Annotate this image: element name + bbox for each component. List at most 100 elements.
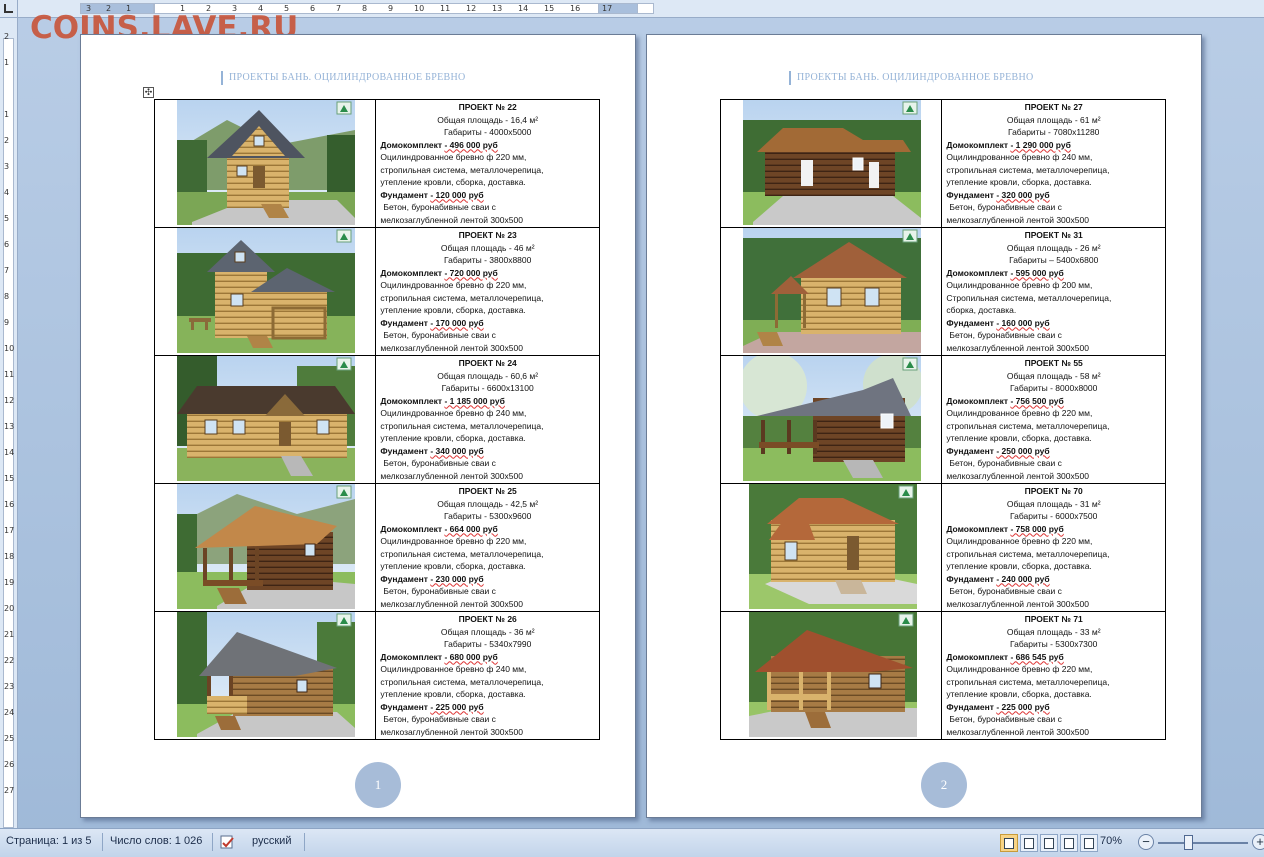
foundation-label: Фундамент: [380, 189, 428, 200]
foundation-price: - 230 000 руб: [430, 573, 484, 584]
ruler-tick: 7: [4, 266, 10, 275]
project-details[interactable]: ПРОЕКТ № 23 Общая площадь - 46 м² Габари…: [375, 227, 600, 356]
table-move-handle-icon[interactable]: ✣: [143, 87, 154, 98]
outline-icon: [1064, 837, 1074, 849]
kit-description: стропильная система, металлочерепица,: [946, 420, 1110, 431]
foundation-description: мелкозаглубленной лентой 300х500: [946, 726, 1089, 737]
draft-view-button[interactable]: [1080, 834, 1098, 852]
page-count-status[interactable]: Страница: 1 из 5: [6, 835, 92, 847]
ruler-tick: 9: [4, 318, 10, 327]
kit-description: Оцилиндрованное бревно ф 220 мм,: [946, 408, 1093, 418]
project-dimensions: Габариты - 7080х11280: [1007, 127, 1100, 137]
ruler-tick: 9: [388, 4, 394, 13]
project-image-cell[interactable]: [719, 355, 943, 484]
kit-price: - 720 000 руб: [444, 267, 498, 278]
spellcheck-icon[interactable]: [220, 834, 236, 850]
house-25-image: [177, 484, 355, 609]
ruler-tick: 14: [518, 4, 529, 13]
table-row: ПРОЕКТ № 23 Общая площадь - 46 м² Габари…: [153, 227, 600, 356]
foundation-line: Фундамент - 170 000 руб: [380, 317, 595, 330]
print-layout-icon: [1004, 837, 1014, 849]
project-image-cell[interactable]: [719, 227, 943, 356]
vertical-ruler[interactable]: 2 1 1 2 3 4 5 6 7 8 9 10 11 12 13 14 15 …: [0, 18, 18, 828]
ruler-tick: 7: [336, 4, 342, 13]
ruler-tick: 16: [570, 4, 581, 13]
kit-line: Домокомплект - 680 000 руб: [380, 651, 595, 664]
house-31-image: [743, 228, 921, 353]
ruler-tick: 3: [4, 162, 10, 171]
foundation-label: Фундамент: [380, 701, 428, 712]
foundation-price: - 225 000 руб: [996, 701, 1050, 712]
kit-description: утепление кровли, сборка, доставка.: [380, 177, 526, 187]
project-image-cell[interactable]: [153, 227, 377, 356]
foundation-price: - 240 000 руб: [996, 573, 1050, 584]
project-details[interactable]: ПРОЕКТ № 71 Общая площадь - 33 м² Габари…: [941, 611, 1166, 740]
outline-view-button[interactable]: [1060, 834, 1078, 852]
foundation-price: - 160 000 руб: [996, 317, 1050, 328]
document-page-2[interactable]: ПРОЕКТЫ БАНЬ. ОЦИЛИНДРОВАННОЕ БРЕВНО ПРО…: [646, 34, 1202, 818]
kit-price: - 680 000 руб: [444, 651, 498, 662]
ruler-tick: 18: [4, 552, 15, 561]
project-area: Общая площадь - 36 м²: [440, 626, 535, 637]
zoom-in-button[interactable]: +: [1252, 834, 1264, 850]
ruler-tick: 17: [602, 4, 613, 13]
kit-label: Домокомплект: [946, 523, 1009, 534]
project-image-cell[interactable]: [153, 355, 377, 484]
zoom-slider-track[interactable]: [1158, 842, 1248, 844]
ruler-tick: 2: [4, 136, 10, 145]
project-details[interactable]: ПРОЕКТ № 24 Общая площадь - 60,6 м² Габа…: [375, 355, 600, 484]
kit-description: стропильная система, металлочерепица,: [946, 164, 1110, 175]
kit-label: Домокомплект: [946, 395, 1009, 406]
project-details[interactable]: ПРОЕКТ № 70 Общая площадь - 31 м² Габари…: [941, 483, 1166, 612]
status-separator: [102, 833, 103, 851]
kit-price: - 1 185 000 руб: [444, 395, 505, 406]
project-image-cell[interactable]: [153, 483, 377, 612]
project-title: ПРОЕКТ № 25: [458, 486, 517, 496]
kit-description: стропильная система, металлочерепица,: [380, 676, 544, 687]
project-image-cell[interactable]: [719, 99, 943, 228]
foundation-label: Фундамент: [380, 445, 428, 456]
full-screen-reading-button[interactable]: [1020, 834, 1038, 852]
kit-description: Оцилиндрованное бревно ф 220 мм,: [380, 280, 527, 290]
projects-table: ПРОЕКТ № 22 Общая площадь - 16,4 м² Габа…: [153, 99, 600, 740]
kit-price: - 496 000 руб: [444, 139, 498, 150]
table-row: ПРОЕКТ № 24 Общая площадь - 60,6 м² Габа…: [153, 355, 600, 484]
ruler-tick: 25: [4, 734, 15, 743]
kit-description: Оцилиндрованное бревно ф 240 мм,: [380, 664, 527, 674]
zoom-slider-thumb[interactable]: [1184, 835, 1193, 850]
tab-selector[interactable]: [0, 0, 18, 18]
project-image-cell[interactable]: [719, 483, 943, 612]
project-title: ПРОЕКТ № 55: [1024, 358, 1083, 368]
project-details[interactable]: ПРОЕКТ № 55 Общая площадь - 58 м² Габари…: [941, 355, 1166, 484]
ruler-tick: 26: [4, 760, 15, 769]
web-layout-button[interactable]: [1040, 834, 1058, 852]
zoom-level[interactable]: 70%: [1100, 835, 1122, 847]
print-layout-view-button[interactable]: [1000, 834, 1018, 852]
foundation-description: Бетон, буронабивные сваи с: [383, 330, 496, 340]
foundation-price: - 170 000 руб: [430, 317, 484, 328]
kit-line: Домокомплект - 720 000 руб: [380, 267, 595, 280]
kit-description: сборка, доставка.: [946, 305, 1017, 315]
ruler-tick: 12: [4, 396, 15, 405]
project-details[interactable]: ПРОЕКТ № 27 Общая площадь - 61 м² Габари…: [941, 99, 1166, 228]
project-image-cell[interactable]: [719, 611, 943, 740]
house-71-image: [749, 612, 917, 737]
kit-description: стропильная система, металлочерепица,: [946, 676, 1110, 687]
project-area: Общая площадь - 31 м²: [1006, 498, 1101, 509]
project-details[interactable]: ПРОЕКТ № 31 Общая площадь - 26 м² Габари…: [941, 227, 1166, 356]
kit-label: Домокомплект: [946, 651, 1009, 662]
project-details[interactable]: ПРОЕКТ № 26 Общая площадь - 36 м² Габари…: [375, 611, 600, 740]
project-image-cell[interactable]: [153, 611, 377, 740]
kit-description: стропильная система, металлочерепица,: [380, 548, 544, 559]
project-details[interactable]: ПРОЕКТ № 25 Общая площадь - 42,5 м² Габа…: [375, 483, 600, 612]
document-page-1[interactable]: ПРОЕКТЫ БАНЬ. ОЦИЛИНДРОВАННОЕ БРЕВНО ✣ П…: [80, 34, 636, 818]
language-status[interactable]: русский: [252, 835, 291, 847]
kit-price: - 1 290 000 руб: [1010, 139, 1071, 150]
kit-line: Домокомплект - 496 000 руб: [380, 139, 595, 152]
project-dimensions: Габариты – 5400х6800: [1009, 255, 1099, 265]
kit-label: Домокомплект: [380, 139, 443, 150]
project-image-cell[interactable]: [153, 99, 377, 228]
project-details[interactable]: ПРОЕКТ № 22 Общая площадь - 16,4 м² Габа…: [375, 99, 600, 228]
word-count-status[interactable]: Число слов: 1 026: [110, 835, 202, 847]
zoom-out-button[interactable]: −: [1138, 834, 1154, 850]
